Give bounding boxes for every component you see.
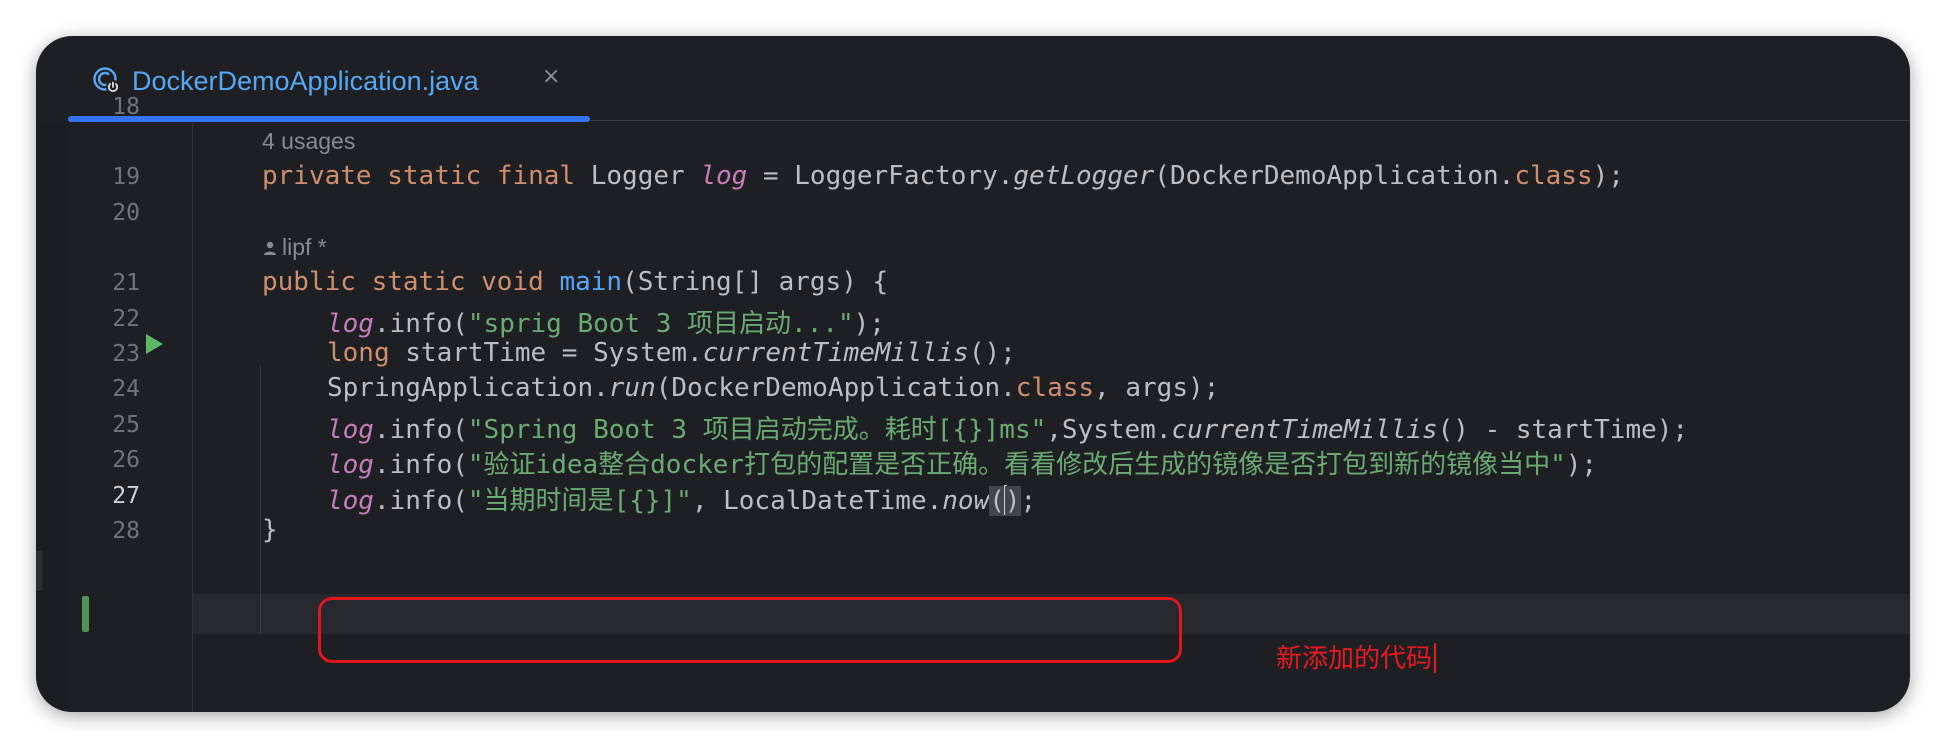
mid-text: ,System. [1046,415,1172,445]
method-get-logger: getLogger [1013,161,1155,191]
annotation-highlight-box [318,597,1182,663]
line-number-20: 20 [112,200,140,226]
code-line-22: log.info("sprig Boot 3 项目启动..."); [327,303,885,340]
line-number-22: 22 [112,306,140,332]
keyword-class: class [1514,161,1593,191]
line-number-28: 28 [112,518,140,544]
line-number-19: 19 [112,164,140,190]
field-log: log [327,309,374,339]
author-name: lipf * [282,234,327,260]
arg-text: (DockerDemoApplication. [1154,161,1515,191]
close-paren-highlight: ) [1004,486,1021,516]
string-literal: "sprig Boot 3 项目启动..." [467,309,854,339]
method-main: main [559,267,623,297]
close-icon[interactable]: × [542,64,560,89]
user-icon [264,241,276,255]
code-line-19: private static final Logger log = Logger… [262,161,1624,191]
code-line-26: log.info("验证idea整合docker打包的配置是否正确。看看修改后生… [327,444,1597,481]
call-text: .info( [373,415,468,445]
indent-guide [260,366,261,634]
end-text: ); [1565,450,1598,480]
keyword-static: static [371,267,466,297]
code-line-28: } [262,515,278,545]
vcs-change-marker[interactable] [82,596,89,632]
keyword-private: private [262,161,372,191]
editor-tab-bar: DockerDemoApplication.java × [68,36,1910,122]
line-number-24: 24 [112,376,140,402]
tab-label: DockerDemoApplication.java [132,66,479,96]
call-text: .info( [373,309,468,339]
class-text: SpringApplication. [327,373,609,403]
method-run: run [608,373,656,403]
tab-docker-demo-application[interactable]: DockerDemoApplication.java × [68,36,590,122]
line-number-26: 26 [112,447,140,473]
annotation-cursor [1434,643,1437,673]
closing-brace: } [262,515,278,545]
type-logger: Logger [575,161,701,191]
code-line-24: SpringApplication.run(DockerDemoApplicat… [327,373,1219,403]
mid-text: , LocalDateTime. [691,486,943,516]
keyword-long: long [327,338,390,368]
assign-text: = LoggerFactory. [747,161,1014,191]
end-text: ); [853,309,885,339]
open-paren-highlight: ( [989,486,1005,516]
code-line-25: log.info("Spring Boot 3 项目启动完成。耗时[{}]ms"… [327,409,1688,446]
field-log: log [327,415,374,445]
code-line-23: long startTime = System.currentTimeMilli… [327,338,1016,368]
usages-hint[interactable]: 4 usages [262,128,355,155]
field-log: log [327,450,374,480]
call-text: .info( [373,486,468,516]
field-log: log [327,486,374,516]
run-gutter-icon[interactable] [146,334,163,354]
end-text: () - startTime); [1437,415,1689,445]
string-literal: "当期时间是[{}]" [467,486,692,516]
arg-text: (DockerDemoApplication. [655,373,1016,403]
left-tool-strip [36,122,68,712]
code-line-21: public static void main(String[] args) { [262,267,888,297]
string-literal: "验证idea整合docker打包的配置是否正确。看看修改后生成的镜像是否打包到… [467,450,1566,480]
author-hint[interactable]: lipf * [262,234,327,261]
method-now: now [942,486,990,516]
tool-window-stub[interactable] [36,551,42,591]
method-current-time-millis: currentTimeMillis [1171,415,1438,445]
end-text: ; [1020,486,1037,516]
line-number-23: 23 [112,341,140,367]
keyword-class: class [1015,373,1095,403]
call-text: .info( [373,450,468,480]
end-text: , args); [1094,373,1220,403]
keyword-void: void [481,267,544,297]
params-text: (String[] args) { [622,267,889,297]
end-text: ); [1592,161,1624,191]
string-literal: "Spring Boot 3 项目启动完成。耗时[{}]ms" [467,415,1047,445]
code-line-27[interactable]: log.info("当期时间是[{}]", LocalDateTime.now(… [327,480,1036,517]
annotation-label: 新添加的代码 [1276,638,1437,675]
line-number-25: 25 [112,412,140,438]
decl-text: startTime = System. [389,338,703,368]
line-number-27: 27 [112,483,140,509]
line-number-18: 18 [112,94,140,120]
annotation-text: 新添加的代码 [1276,644,1433,674]
field-log: log [700,161,748,191]
java-class-run-icon [93,67,120,94]
line-number-21: 21 [112,270,140,296]
method-current-time-millis: currentTimeMillis [702,338,969,368]
end-text: (); [968,338,1016,368]
keyword-public: public [262,267,356,297]
keyword-final: final [496,161,576,191]
gutter-divider [192,122,193,712]
keyword-static: static [387,161,482,191]
